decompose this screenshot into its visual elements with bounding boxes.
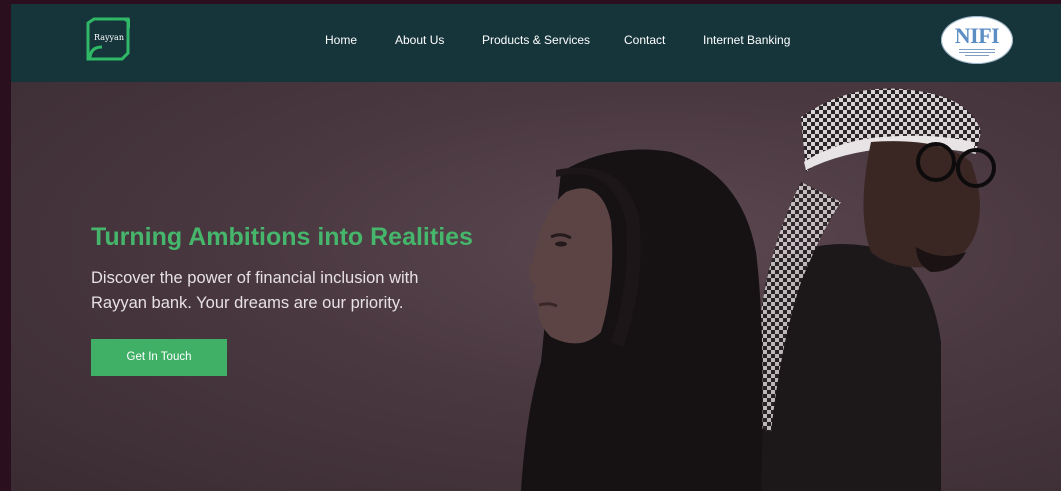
nav-products-services[interactable]: Products & Services: [482, 33, 590, 47]
hero-title: Turning Ambitions into Realities: [91, 223, 473, 251]
nav-contact[interactable]: Contact: [624, 33, 665, 47]
hero-section: Turning Ambitions into Realities Discove…: [11, 82, 1061, 491]
main-nav: Home About Us Products & Services Contac…: [11, 33, 1061, 49]
nav-internet-banking[interactable]: Internet Banking: [703, 33, 790, 47]
partner-logo-line: [959, 49, 995, 50]
page: Rayyan Home About Us Products & Services…: [11, 4, 1061, 491]
navbar: Rayyan Home About Us Products & Services…: [11, 4, 1061, 82]
partner-logo-line: [959, 52, 995, 53]
get-in-touch-button[interactable]: Get In Touch: [91, 339, 227, 376]
partner-logo-text: NIFI: [954, 23, 1000, 48]
nav-about-us[interactable]: About Us: [395, 33, 444, 47]
partner-logo-line: [965, 55, 989, 56]
nifi-logo-icon[interactable]: NIFI: [941, 16, 1013, 64]
nav-home[interactable]: Home: [325, 33, 357, 47]
hero-subtitle: Discover the power of financial inclusio…: [91, 269, 419, 312]
